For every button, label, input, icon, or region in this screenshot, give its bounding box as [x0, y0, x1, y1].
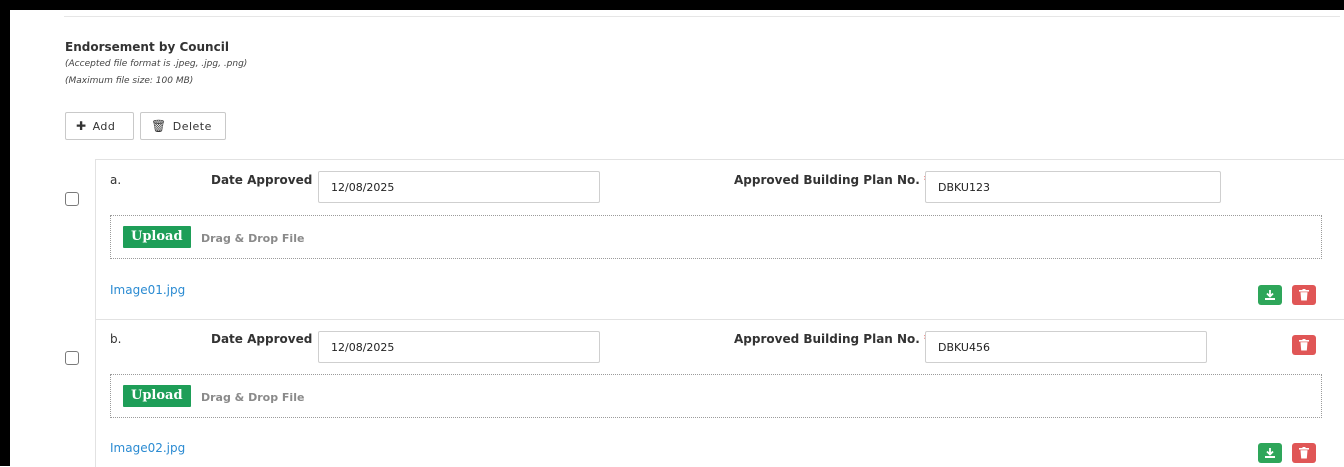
- date-approved-input[interactable]: 12/08/2025: [318, 331, 600, 363]
- delete-button[interactable]: 🗑 Delete: [140, 112, 226, 140]
- plan-no-label: Approved Building Plan No. *: [734, 332, 930, 346]
- remove-entry-button[interactable]: [1292, 335, 1316, 355]
- delete-file-button[interactable]: [1292, 443, 1316, 463]
- plan-no-input[interactable]: DBKU456: [925, 331, 1207, 363]
- drag-drop-hint: Drag & Drop File: [201, 391, 305, 404]
- file-drop-zone[interactable]: Upload Drag & Drop File: [110, 215, 1322, 259]
- trash-icon: 🗑: [151, 119, 167, 133]
- add-button[interactable]: ✚ Add: [65, 112, 134, 140]
- entry-b-letter: b.: [110, 332, 122, 346]
- plan-no-input[interactable]: DBKU123: [925, 171, 1221, 203]
- plan-no-label: Approved Building Plan No. *: [734, 173, 930, 187]
- download-button[interactable]: [1258, 443, 1282, 463]
- drag-drop-hint: Drag & Drop File: [201, 232, 305, 245]
- trash-icon: [1299, 339, 1309, 351]
- section-divider: [64, 16, 1340, 17]
- delete-file-button[interactable]: [1292, 285, 1316, 305]
- date-approved-label: Date Approved: [211, 332, 313, 346]
- upload-button[interactable]: Upload: [123, 226, 191, 248]
- section-title: Endorsement by Council: [65, 40, 229, 54]
- accepted-format-note: (Accepted file format is .jpeg, .jpg, .p…: [65, 59, 248, 69]
- delete-button-label: Delete: [172, 119, 212, 133]
- date-approved-label: Date Approved: [211, 173, 313, 187]
- entry-b-checkbox[interactable]: [65, 351, 79, 365]
- upload-button[interactable]: Upload: [123, 385, 191, 407]
- download-button[interactable]: [1258, 285, 1282, 305]
- add-button-label: Add: [92, 119, 116, 133]
- max-size-note: (Maximum file size: 100 MB): [65, 76, 194, 86]
- uploaded-file-link[interactable]: Image02.jpg: [110, 441, 185, 455]
- download-icon: [1265, 448, 1275, 458]
- window-frame-left: [0, 0, 10, 466]
- uploaded-file-link[interactable]: Image01.jpg: [110, 283, 185, 297]
- file-drop-zone[interactable]: Upload Drag & Drop File: [110, 374, 1322, 418]
- plus-icon: ✚: [76, 119, 87, 133]
- entry-a-letter: a.: [110, 173, 122, 187]
- window-frame-top: [0, 0, 1344, 10]
- date-approved-input[interactable]: 12/08/2025: [318, 171, 600, 203]
- trash-icon: [1299, 447, 1309, 459]
- download-icon: [1265, 290, 1275, 300]
- trash-icon: [1299, 289, 1309, 301]
- entry-a-checkbox[interactable]: [65, 192, 79, 206]
